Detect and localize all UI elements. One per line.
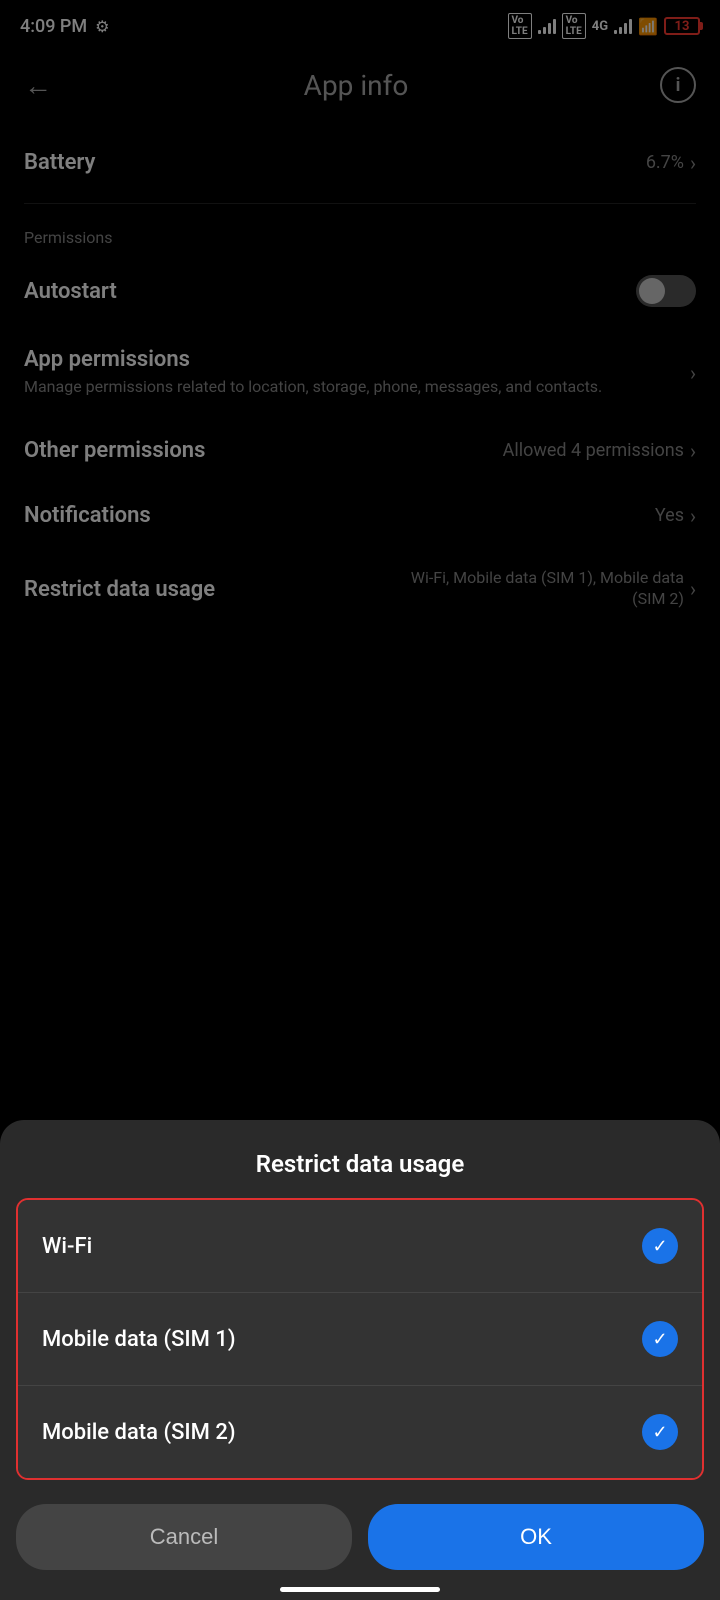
sim1-option[interactable]: Mobile data (SIM 1) ✓ [18, 1293, 702, 1386]
sim1-checkbox[interactable]: ✓ [642, 1321, 678, 1357]
wifi-checkmark: ✓ [652, 1236, 667, 1257]
sim2-checkmark: ✓ [652, 1422, 667, 1443]
sheet-options: Wi-Fi ✓ Mobile data (SIM 1) ✓ Mobile dat… [16, 1198, 704, 1480]
sheet-buttons: Cancel OK [0, 1480, 720, 1570]
cancel-button[interactable]: Cancel [16, 1504, 352, 1570]
sim1-option-label: Mobile data (SIM 1) [42, 1327, 236, 1352]
home-indicator [280, 1587, 440, 1592]
wifi-option[interactable]: Wi-Fi ✓ [18, 1200, 702, 1293]
sheet-title: Restrict data usage [0, 1120, 720, 1198]
sim2-option[interactable]: Mobile data (SIM 2) ✓ [18, 1386, 702, 1478]
bottom-sheet: Restrict data usage Wi-Fi ✓ Mobile data … [0, 1120, 720, 1600]
wifi-option-label: Wi-Fi [42, 1234, 92, 1259]
sim1-checkmark: ✓ [652, 1329, 667, 1350]
ok-button[interactable]: OK [368, 1504, 704, 1570]
sim2-option-label: Mobile data (SIM 2) [42, 1420, 236, 1445]
wifi-checkbox[interactable]: ✓ [642, 1228, 678, 1264]
sim2-checkbox[interactable]: ✓ [642, 1414, 678, 1450]
